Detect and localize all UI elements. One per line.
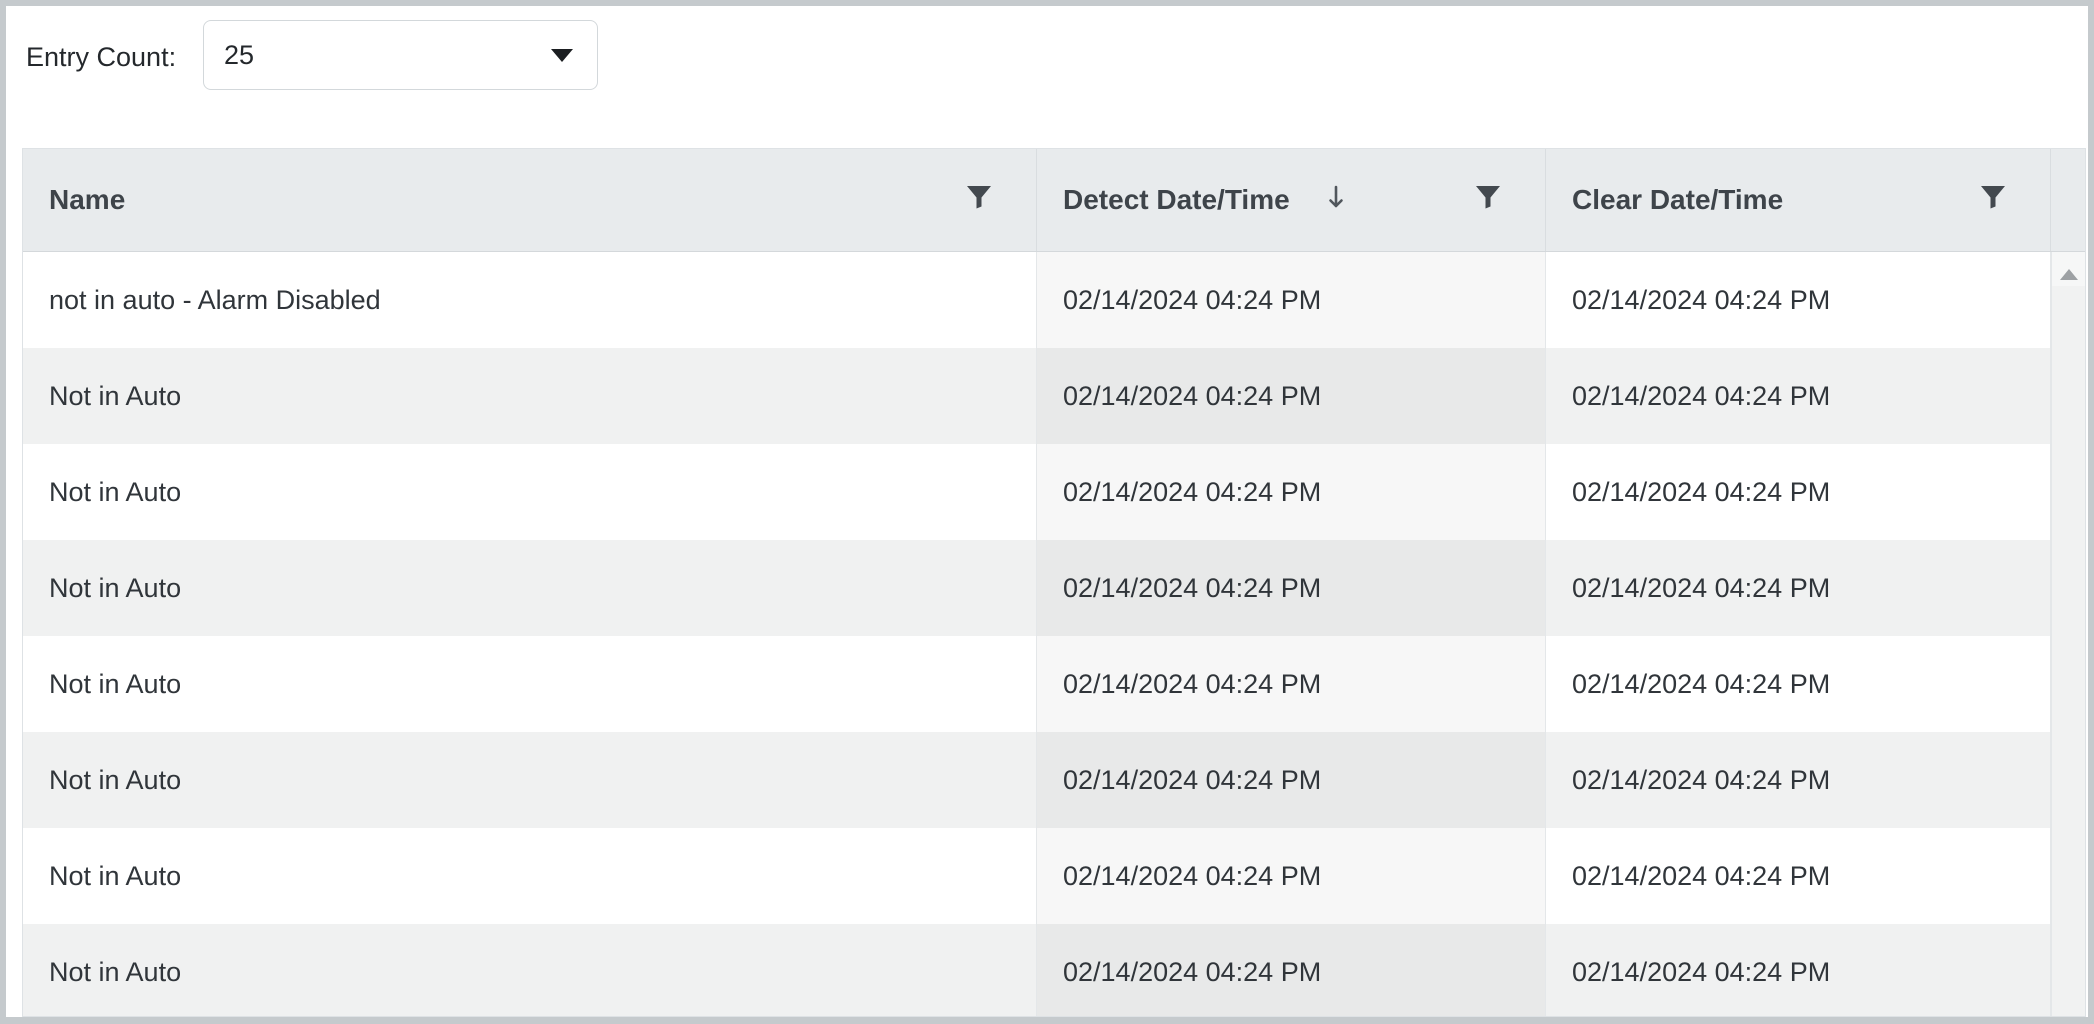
scroll-up-button[interactable] [2052, 252, 2085, 286]
vertical-scrollbar[interactable] [2051, 252, 2085, 1017]
table-row[interactable]: Not in Auto02/14/2024 04:24 PM02/14/2024… [23, 444, 2051, 540]
table-row[interactable]: Not in Auto02/14/2024 04:24 PM02/14/2024… [23, 924, 2051, 1017]
entry-count-selected-value: 25 [224, 40, 254, 71]
cell-clear: 02/14/2024 04:24 PM [1546, 444, 2051, 540]
cell-name: Not in Auto [23, 828, 1037, 924]
column-header-name[interactable]: Name [23, 149, 1037, 251]
cell-detect: 02/14/2024 04:24 PM [1037, 252, 1546, 348]
entry-count-select[interactable]: 25 [203, 20, 598, 90]
triangle-up-icon [2060, 269, 2078, 280]
cell-detect: 02/14/2024 04:24 PM [1037, 732, 1546, 828]
column-header-detect-datetime[interactable]: Detect Date/Time [1037, 149, 1546, 251]
cell-name: Not in Auto [23, 348, 1037, 444]
cell-clear: 02/14/2024 04:24 PM [1546, 732, 2051, 828]
cell-detect: 02/14/2024 04:24 PM [1037, 348, 1546, 444]
column-header-clear-label: Clear Date/Time [1572, 184, 1783, 216]
filter-funnel-icon[interactable] [966, 184, 992, 217]
cell-name: Not in Auto [23, 636, 1037, 732]
cell-clear: 02/14/2024 04:24 PM [1546, 540, 2051, 636]
grid-body: not in auto - Alarm Disabled02/14/2024 0… [23, 252, 2085, 1017]
table-row[interactable]: Not in Auto02/14/2024 04:24 PM02/14/2024… [23, 828, 2051, 924]
cell-clear: 02/14/2024 04:24 PM [1546, 348, 2051, 444]
entry-count-label: Entry Count: [26, 40, 176, 74]
arrow-down-icon [1326, 184, 1346, 217]
cell-name: Not in Auto [23, 732, 1037, 828]
grid-rows: not in auto - Alarm Disabled02/14/2024 0… [23, 252, 2051, 1017]
table-row[interactable]: Not in Auto02/14/2024 04:24 PM02/14/2024… [23, 636, 2051, 732]
cell-detect: 02/14/2024 04:24 PM [1037, 540, 1546, 636]
table-row[interactable]: Not in Auto02/14/2024 04:24 PM02/14/2024… [23, 540, 2051, 636]
filter-funnel-icon[interactable] [1475, 184, 1501, 217]
cell-clear: 02/14/2024 04:24 PM [1546, 924, 2051, 1017]
alarm-grid: Name Detect Date/Time Clear Date/Time [22, 148, 2086, 1017]
table-row[interactable]: not in auto - Alarm Disabled02/14/2024 0… [23, 252, 2051, 348]
column-header-clear-datetime[interactable]: Clear Date/Time [1546, 149, 2051, 251]
cell-name: Not in Auto [23, 924, 1037, 1017]
cell-detect: 02/14/2024 04:24 PM [1037, 924, 1546, 1017]
header-scrollbar-spacer [2051, 149, 2085, 251]
cell-clear: 02/14/2024 04:24 PM [1546, 252, 2051, 348]
cell-detect: 02/14/2024 04:24 PM [1037, 444, 1546, 540]
cell-name: Not in Auto [23, 540, 1037, 636]
column-header-name-label: Name [49, 184, 125, 216]
cell-detect: 02/14/2024 04:24 PM [1037, 636, 1546, 732]
grid-header-row: Name Detect Date/Time Clear Date/Time [23, 149, 2085, 252]
cell-name: not in auto - Alarm Disabled [23, 252, 1037, 348]
filter-funnel-icon[interactable] [1980, 184, 2006, 217]
cell-name: Not in Auto [23, 444, 1037, 540]
cell-clear: 02/14/2024 04:24 PM [1546, 636, 2051, 732]
column-header-detect-label: Detect Date/Time [1063, 184, 1290, 216]
table-row[interactable]: Not in Auto02/14/2024 04:24 PM02/14/2024… [23, 732, 2051, 828]
cell-clear: 02/14/2024 04:24 PM [1546, 828, 2051, 924]
table-row[interactable]: Not in Auto02/14/2024 04:24 PM02/14/2024… [23, 348, 2051, 444]
chevron-down-icon [551, 49, 573, 62]
cell-detect: 02/14/2024 04:24 PM [1037, 828, 1546, 924]
